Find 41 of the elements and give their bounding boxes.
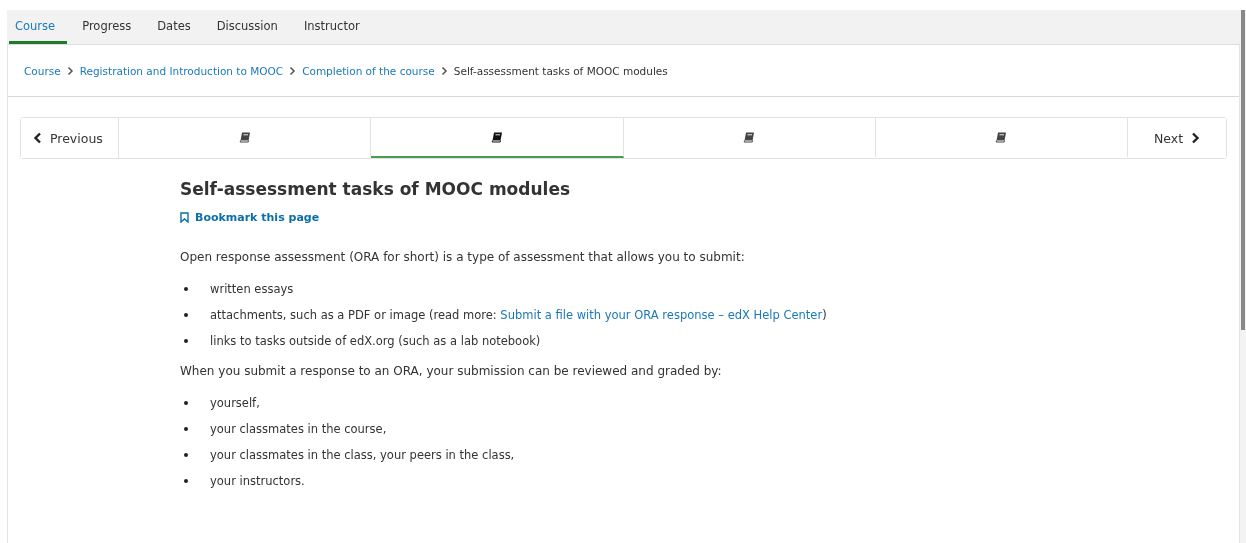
- breadcrumb-link[interactable]: Completion of the course: [302, 64, 435, 77]
- bullet-icon: [184, 313, 188, 317]
- book-icon: [490, 131, 503, 143]
- scrollbar[interactable]: [1240, 10, 1246, 543]
- course-tab[interactable]: Dates: [146, 10, 202, 44]
- bookmark-link[interactable]: Bookmark this page: [180, 211, 320, 224]
- book-icon: [238, 131, 251, 143]
- chevron-left-icon: [33, 132, 42, 144]
- breadcrumb-link[interactable]: Registration and Introduction to MOOC: [79, 64, 284, 77]
- paragraph: When you submit a response to an ORA, your submission can be reviewed and graded by:: [180, 364, 723, 378]
- list-item: your classmates in the class, your peers in the class,: [210, 448, 515, 462]
- bullet-icon: [184, 401, 188, 405]
- chevron-right-icon: [1191, 132, 1201, 144]
- bullet-icon: [184, 339, 188, 343]
- course-tab[interactable]: Instructor: [292, 10, 371, 44]
- bullet-icon: [184, 287, 188, 291]
- list-item: your instructors.: [210, 474, 305, 488]
- book-icon: [743, 131, 756, 143]
- list-item: yourself,: [210, 396, 260, 410]
- breadcrumb-current: Self-assessment tasks of MOOC modules: [453, 64, 668, 77]
- course-tab[interactable]: Discussion: [205, 10, 289, 44]
- bullet-icon: [184, 453, 188, 457]
- help-link[interactable]: Submit a file with your ORA response – edX Help Center: [500, 308, 823, 322]
- list-item: attachments, such as a PDF or image (read more: Submit a file with your ORA response – edX Help Center): [210, 308, 827, 322]
- chevron-icon: [289, 65, 297, 76]
- bookmark-icon: [180, 212, 189, 223]
- chevron-icon: [440, 65, 448, 76]
- page-title: Self-assessment tasks of MOOC modules: [180, 179, 572, 199]
- list-item: your classmates in the course,: [210, 422, 387, 436]
- bullet-icon: [184, 479, 188, 483]
- chevron-icon: [66, 65, 74, 76]
- paragraph: Open response assessment (ORA for short) is a type of assessment that allows you to submit:: [180, 250, 746, 264]
- course-tab[interactable]: Progress: [71, 10, 143, 44]
- previous-button[interactable]: Previous: [21, 118, 119, 158]
- course-tab[interactable]: Course: [9, 10, 68, 44]
- list-item: written essays: [210, 282, 294, 296]
- breadcrumb-link[interactable]: Course: [24, 64, 61, 77]
- list-item: links to tasks outside of edX.org (such as a lab notebook): [210, 334, 541, 348]
- book-icon: [995, 131, 1008, 143]
- bullet-icon: [184, 427, 188, 431]
- unit-tab[interactable]: [371, 118, 624, 158]
